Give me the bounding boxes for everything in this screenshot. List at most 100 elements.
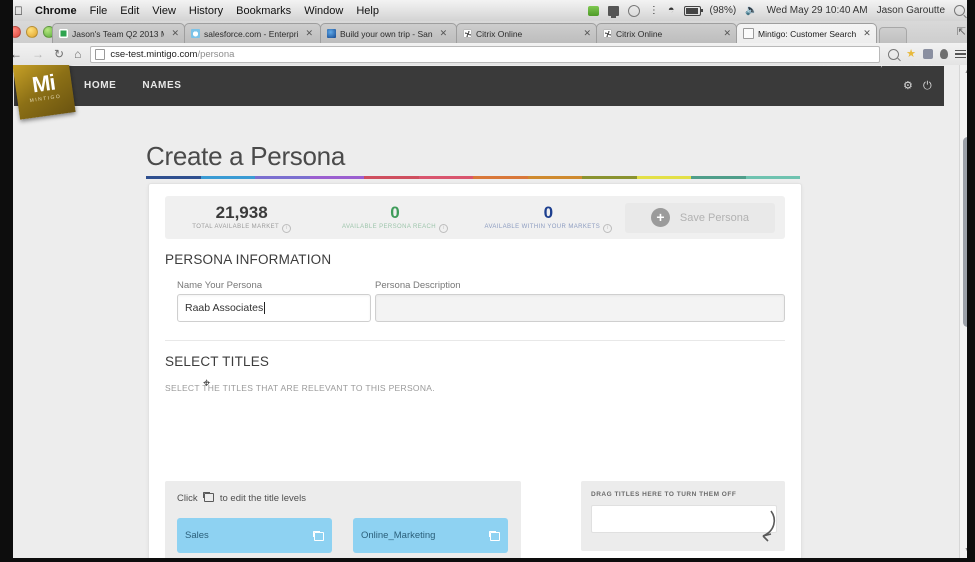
drag-titles-drop-zone[interactable]: DRAG TITLES HERE TO TURN THEM OFF bbox=[581, 481, 785, 551]
drag-zone-label: DRAG TITLES HERE TO TURN THEM OFF bbox=[591, 491, 737, 498]
name-your-persona-input[interactable]: Raab Associates bbox=[177, 294, 371, 322]
green-sheet-icon bbox=[59, 29, 68, 38]
menu-file[interactable]: File bbox=[90, 5, 108, 17]
close-tab-icon[interactable]: ✕ bbox=[440, 29, 448, 38]
stat-value: 0 bbox=[543, 202, 554, 222]
nav-item-home[interactable]: HOME bbox=[84, 80, 116, 91]
section-divider bbox=[165, 340, 785, 341]
menu-bar-clock[interactable]: Wed May 29 10:40 AM bbox=[767, 5, 868, 16]
tab-label: Citrix Online bbox=[476, 28, 523, 39]
tab-label: Jason's Team Q2 2013 MI bbox=[72, 28, 165, 39]
home-icon[interactable]: ⌂ bbox=[74, 48, 81, 60]
mintigo-logo[interactable]: Mi MINTIGO bbox=[12, 65, 76, 120]
edit-levels-icon[interactable] bbox=[313, 530, 324, 541]
fullscreen-icon[interactable]: ⇱ bbox=[957, 25, 966, 38]
menu-history[interactable]: History bbox=[189, 5, 223, 17]
title-chip-label: Online_Marketing bbox=[361, 530, 436, 541]
bookmark-star-icon[interactable]: ★ bbox=[906, 48, 916, 60]
browser-tab-active[interactable]: Mintigo: Customer Search ✕ bbox=[736, 23, 877, 43]
info-icon[interactable]: i bbox=[603, 223, 613, 233]
browser-tab[interactable]: Build your own trip - San ✕ bbox=[320, 23, 457, 43]
select-titles-heading: SELECT TITLES bbox=[165, 354, 270, 369]
chrome-menu-icon[interactable] bbox=[955, 48, 966, 61]
battery-percent: (98%) bbox=[709, 5, 737, 16]
rule-seg bbox=[527, 176, 582, 179]
reload-icon[interactable]: ↻ bbox=[54, 48, 64, 60]
browser-tab[interactable]: Jason's Team Q2 2013 MI ✕ bbox=[52, 23, 185, 43]
stats-bar: 21,938 TOTAL AVAILABLE MARKET i 0 AVAILAB… bbox=[165, 196, 785, 239]
spotlight-search-icon[interactable] bbox=[954, 5, 965, 16]
dropbox-status-icon[interactable] bbox=[587, 5, 599, 16]
browser-toolbar: ← → ↻ ⌂ cse-test.mintigo.com/persona ★ bbox=[0, 43, 975, 66]
edit-levels-icon[interactable] bbox=[489, 530, 500, 541]
search-icon[interactable] bbox=[888, 48, 900, 60]
close-tab-icon[interactable]: ✕ bbox=[305, 29, 313, 38]
browser-tab[interactable]: Citrix Online ✕ bbox=[456, 23, 597, 43]
apple-logo-icon[interactable]:  bbox=[14, 5, 23, 17]
browser-tab[interactable]: Citrix Online ✕ bbox=[596, 23, 737, 43]
save-persona-label: Save Persona bbox=[679, 211, 750, 224]
edit-levels-icon[interactable] bbox=[203, 492, 215, 502]
wifi-status-icon[interactable]: ◓ bbox=[668, 5, 675, 16]
menu-view[interactable]: View bbox=[152, 5, 176, 17]
page-viewport: HOME NAMES Welcome Back, Demo User ⚙ ⏻ M… bbox=[0, 65, 975, 558]
close-tab-icon[interactable]: ✕ bbox=[171, 29, 179, 38]
browser-window-chrome: Jason's Team Q2 2013 MI ✕ salesforce.com… bbox=[0, 21, 975, 66]
salesforce-cloud-icon bbox=[191, 29, 200, 38]
extension-icon[interactable] bbox=[940, 49, 948, 59]
titles-panel: Click to edit the title levels Sales Mar… bbox=[165, 481, 521, 558]
browser-tab[interactable]: salesforce.com - Enterpri ✕ bbox=[184, 23, 321, 43]
menu-window[interactable]: Window bbox=[304, 5, 343, 17]
close-tab-icon[interactable]: ✕ bbox=[723, 29, 731, 38]
battery-icon[interactable] bbox=[683, 5, 703, 16]
title-chip-sales[interactable]: Sales bbox=[177, 518, 332, 553]
rule-seg bbox=[418, 176, 473, 179]
menu-edit[interactable]: Edit bbox=[120, 5, 139, 17]
menu-bar-user[interactable]: Jason Garoutte bbox=[877, 5, 945, 16]
toolbar-actions: ★ bbox=[888, 48, 966, 61]
menu-bar-status-items: ⋮ ◓ (98%) 🔈 Wed May 29 10:40 AM Jason Ga… bbox=[587, 4, 965, 18]
gear-icon[interactable]: ⚙ bbox=[903, 81, 914, 92]
app-nav: HOME NAMES bbox=[84, 80, 182, 91]
rule-seg bbox=[200, 176, 255, 179]
volume-status-icon[interactable]: 🔈 bbox=[745, 5, 757, 16]
info-icon[interactable]: i bbox=[282, 223, 292, 233]
stat-available-persona-reach: 0 AVAILABLE PERSONA REACH i bbox=[318, 203, 471, 233]
tab-strip: Jason's Team Q2 2013 MI ✕ salesforce.com… bbox=[52, 22, 907, 43]
nav-item-names[interactable]: NAMES bbox=[142, 80, 181, 91]
mouse-cursor: ⌖ bbox=[203, 375, 211, 390]
page-info-icon[interactable] bbox=[95, 48, 106, 60]
close-tab-icon[interactable]: ✕ bbox=[583, 29, 591, 38]
name-your-persona-label: Name Your Persona bbox=[177, 280, 263, 291]
tab-label: Citrix Online bbox=[616, 28, 663, 39]
blue-globe-icon bbox=[327, 29, 336, 38]
minimize-window-button[interactable] bbox=[26, 26, 38, 38]
info-icon[interactable]: i bbox=[439, 223, 448, 233]
display-status-icon[interactable] bbox=[607, 5, 619, 18]
address-bar[interactable]: cse-test.mintigo.com/persona bbox=[90, 45, 881, 63]
persona-description-label: Persona Description bbox=[375, 280, 461, 291]
stat-total-available-market: 21,938 TOTAL AVAILABLE MARKET i bbox=[165, 203, 318, 233]
persona-description-input[interactable] bbox=[375, 294, 785, 322]
rule-seg bbox=[309, 176, 364, 179]
timemachine-status-icon[interactable] bbox=[627, 4, 640, 17]
stat-label: TOTAL AVAILABLE MARKET bbox=[192, 223, 280, 230]
extension-icon[interactable] bbox=[923, 49, 933, 59]
power-icon[interactable]: ⏻ bbox=[923, 81, 934, 92]
menu-help[interactable]: Help bbox=[356, 5, 379, 17]
menu-bookmarks[interactable]: Bookmarks bbox=[236, 5, 291, 17]
edit-levels-hint: Click to edit the title levels bbox=[177, 492, 306, 504]
app-header: HOME NAMES Welcome Back, Demo User ⚙ ⏻ bbox=[14, 65, 944, 106]
title-chip-label: Sales bbox=[185, 530, 209, 541]
mac-menu-bar:  Chrome File Edit View History Bookmark… bbox=[0, 0, 975, 22]
rule-seg bbox=[473, 176, 528, 179]
new-tab-button[interactable] bbox=[879, 27, 907, 43]
save-persona-button[interactable]: + Save Persona bbox=[624, 202, 775, 233]
rule-seg bbox=[636, 176, 691, 179]
forward-arrow-icon[interactable]: → bbox=[32, 48, 44, 60]
persona-information-heading: PERSONA INFORMATION bbox=[165, 252, 332, 267]
close-tab-icon[interactable]: ✕ bbox=[863, 29, 871, 38]
title-chip-online-marketing[interactable]: Online_Marketing bbox=[353, 518, 508, 553]
bluetooth-status-icon[interactable]: ⋮ bbox=[649, 5, 659, 16]
menu-chrome[interactable]: Chrome bbox=[35, 5, 77, 17]
